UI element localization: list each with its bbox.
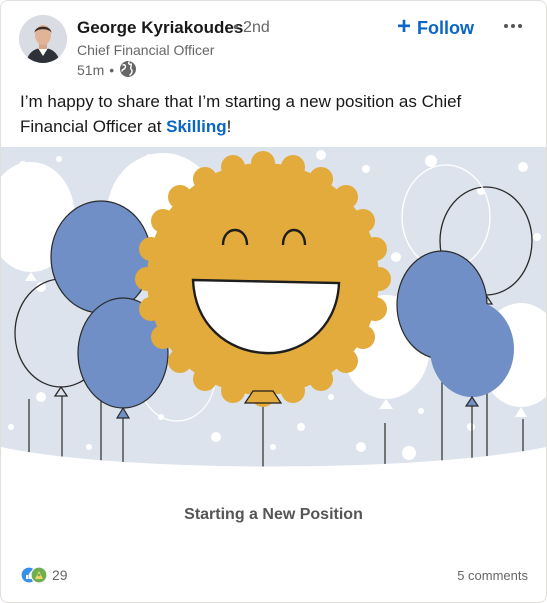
post-meta: 51m • [77,60,137,81]
ellipsis-icon [504,24,522,28]
post-text-suffix: ! [226,117,232,136]
avatar-image [19,15,67,63]
reaction-icons [20,566,48,584]
follow-button[interactable]: + Follow [397,14,474,42]
media-caption[interactable]: Starting a New Position [1,473,546,561]
post-text: I’m happy to share that I’m starting a n… [20,89,530,139]
meta-separator: • [109,62,115,78]
reaction-count: 29 [52,567,68,583]
more-options-button[interactable] [501,14,525,38]
connection-degree: • 2nd [233,19,270,36]
post-media[interactable] [1,147,546,473]
social-counts-bar: 29 5 comments [1,561,546,591]
post-header: George Kyriakoudes • 2nd Chief Financial… [1,1,546,85]
plus-icon: + [397,12,412,40]
post-time: 51m [77,62,105,78]
globe-icon [119,60,137,81]
company-link[interactable]: Skilling [166,117,226,136]
post-text-prefix: I’m happy to share that I’m starting a n… [20,92,462,136]
author-avatar[interactable] [19,15,67,63]
author-name[interactable]: George Kyriakoudes [77,18,243,38]
comments-count[interactable]: 5 comments [457,568,528,583]
smiling-sun-balloon [135,151,391,407]
celebration-illustration [1,147,546,473]
reactions-summary[interactable]: 29 [20,565,68,585]
author-headline: Chief Financial Officer [77,42,215,58]
follow-label: Follow [417,17,475,38]
feed-post-card: George Kyriakoudes • 2nd Chief Financial… [0,0,547,603]
